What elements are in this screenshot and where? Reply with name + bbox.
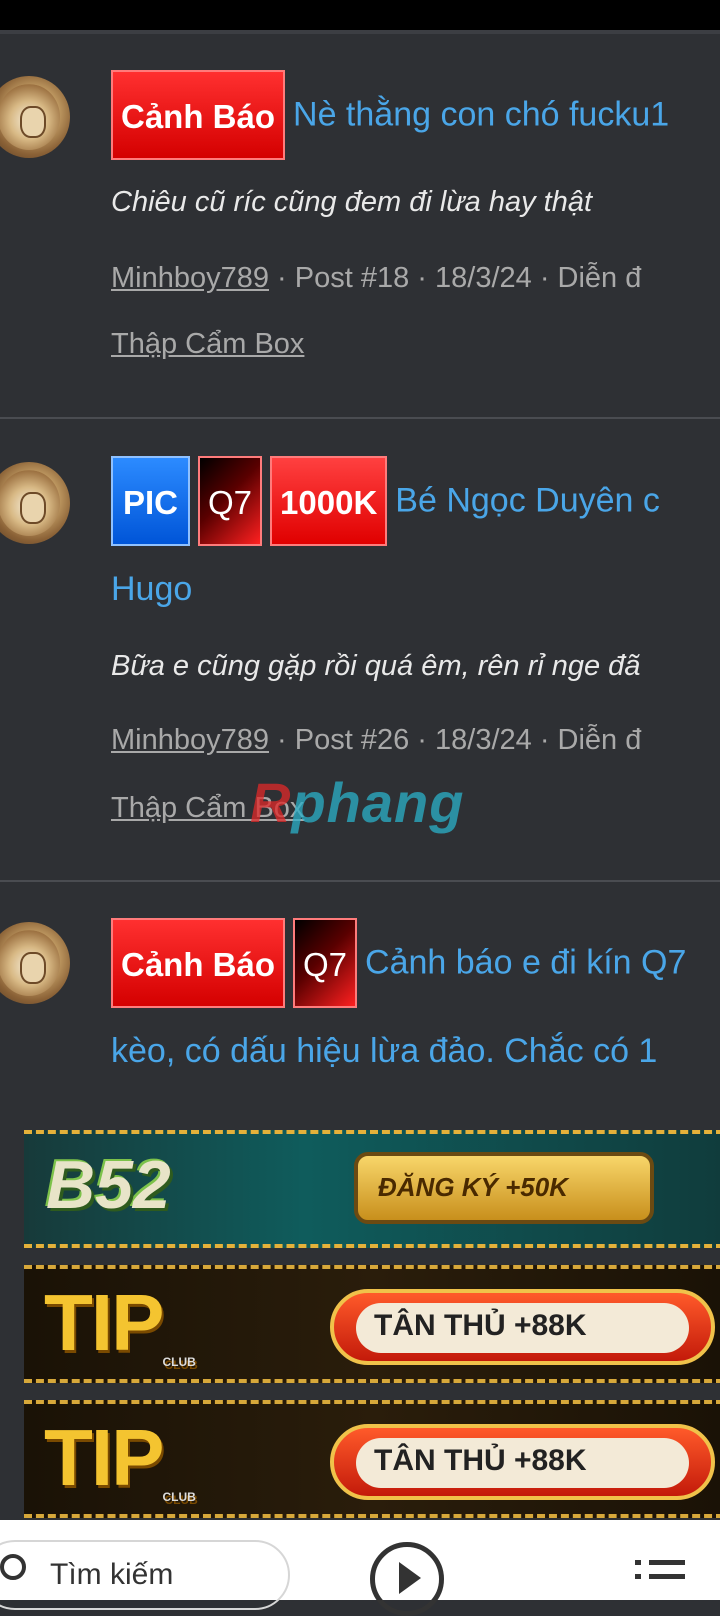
post-snippet: Bữa e cũng gặp rồi quá êm, rên rỉ nge đã (111, 650, 641, 682)
badge-warning[interactable]: Cảnh Báo (111, 918, 286, 1008)
badge-1000k[interactable]: 1000K (270, 456, 388, 546)
forum-link[interactable]: Thập Cẩm Box (111, 328, 304, 361)
badge-q7[interactable]: Q7 (293, 918, 358, 1008)
newbie-bonus-button[interactable]: TÂN THỦ +88K (330, 1289, 715, 1365)
play-icon[interactable] (370, 1542, 444, 1616)
post-title[interactable]: PIC Q7 1000K Bé Ngọc Duyên c (111, 456, 720, 546)
divider (0, 880, 720, 882)
post-meta: Minhboy789 · Post #18 · 18/3/24 · Diễn đ (111, 262, 641, 295)
ad-banner-tip[interactable]: TIPCLUB TÂN THỦ +88K (24, 1265, 720, 1383)
author-link[interactable]: Minhboy789 (111, 724, 269, 756)
newbie-bonus-button[interactable]: TÂN THỦ +88K (330, 1424, 715, 1500)
badge-q7[interactable]: Q7 (198, 456, 263, 546)
post-title-text[interactable]: Nè thằng con chó fucku1 (293, 96, 669, 134)
post-title-text[interactable]: Cảnh báo e đi kín Q7 (365, 944, 686, 982)
post-meta-text: · Post #18 · 18/3/24 · Diễn đ (269, 262, 642, 294)
divider (0, 417, 720, 419)
author-link[interactable]: Minhboy789 (111, 262, 269, 294)
post-snippet: Chiêu cũ ríc cũng đem đi lừa hay thật (111, 186, 593, 218)
status-bar (0, 0, 720, 30)
post-title-line2[interactable]: Hugo (111, 570, 192, 609)
ad-banner-b52[interactable]: B52 ĐĂNG KÝ +50K (24, 1130, 720, 1248)
register-button[interactable]: ĐĂNG KÝ +50K (354, 1152, 654, 1224)
post-meta: Minhboy789 · Post #26 · 18/3/24 · Diễn đ (111, 724, 641, 757)
post-title[interactable]: Cảnh Báo Nè thằng con chó fucku1 (111, 70, 720, 160)
avatar[interactable] (0, 76, 70, 158)
search-icon[interactable] (0, 1554, 26, 1580)
badge-pic[interactable]: PIC (111, 456, 191, 546)
menu-icon[interactable] (635, 1560, 685, 1600)
post-title-line2[interactable]: kèo, có dấu hiệu lừa đảo. Chắc có 1 (111, 1032, 657, 1071)
avatar[interactable] (0, 922, 70, 1004)
tip-logo: TIPCLUB (44, 1413, 196, 1504)
search-placeholder[interactable]: Tìm kiếm (50, 1558, 173, 1592)
post-meta-text: · Post #26 · 18/3/24 · Diễn đ (269, 724, 642, 756)
post-title[interactable]: Cảnh Báo Q7 Cảnh báo e đi kín Q7 (111, 918, 720, 1008)
b52-logo: B52 (46, 1147, 171, 1223)
divider (0, 30, 720, 34)
ad-banner-tip[interactable]: TIPCLUB TÂN THỦ +88K (24, 1400, 720, 1518)
watermark-logo: Rphang (250, 771, 465, 834)
bottom-bar: Tìm kiếm (0, 1520, 720, 1616)
tip-logo: TIPCLUB (44, 1278, 196, 1369)
post-title-text[interactable]: Bé Ngọc Duyên c (395, 482, 660, 520)
avatar[interactable] (0, 462, 70, 544)
badge-warning[interactable]: Cảnh Báo (111, 70, 286, 160)
